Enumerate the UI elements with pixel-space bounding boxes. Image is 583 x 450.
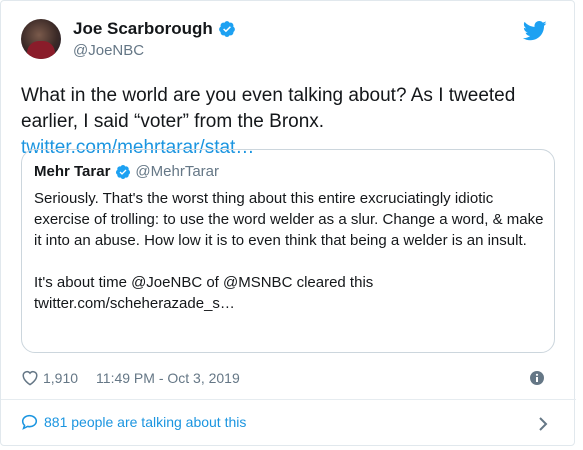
quoted-paragraph-2: It's about time @JoeNBC of @MSNBC cleare… xyxy=(34,274,374,312)
quoted-author-name[interactable]: Mehr Tarar xyxy=(34,163,110,180)
author-row: Joe Scarborough xyxy=(73,19,236,39)
twitter-bird-icon[interactable] xyxy=(523,21,547,41)
quoted-tweet[interactable]: Mehr Tarar @MehrTarar Seriously. That's … xyxy=(21,149,555,353)
avatar[interactable] xyxy=(21,19,61,59)
quoted-paragraph-1: Seriously. That's the worst thing about … xyxy=(34,190,544,249)
author-handle[interactable]: @JoeNBC xyxy=(73,42,144,59)
tweet-text-line1: What in the world are you even talking a… xyxy=(21,85,516,106)
like-count[interactable]: 1,910 xyxy=(43,370,78,386)
tweet-meta: 1,910 11:49 PM - Oct 3, 2019 xyxy=(21,369,240,386)
quoted-tweet-body: Seriously. That's the worst thing about … xyxy=(34,188,544,335)
heart-icon[interactable] xyxy=(21,369,39,386)
verified-badge-icon xyxy=(218,21,235,37)
verified-badge-icon xyxy=(116,164,131,179)
author-name[interactable]: Joe Scarborough xyxy=(73,19,213,39)
tweet-text-line2-prefix: earlier, I said “voter” from the Bronx. xyxy=(21,111,325,132)
quoted-tweet-header: Mehr Tarar @MehrTarar xyxy=(34,163,219,180)
speech-bubble-icon xyxy=(21,414,38,430)
timestamp[interactable]: 11:49 PM - Oct 3, 2019 xyxy=(96,370,240,386)
talking-count[interactable]: 881 people are talking about this xyxy=(44,414,246,430)
conversation-link[interactable]: 881 people are talking about this xyxy=(21,414,556,430)
divider xyxy=(1,399,576,400)
quoted-author-handle[interactable]: @MehrTarar xyxy=(135,163,219,180)
chevron-right-icon[interactable] xyxy=(538,416,548,432)
info-icon[interactable] xyxy=(530,371,544,385)
tweet-card: Joe Scarborough @JoeNBC What in the worl… xyxy=(0,0,576,446)
